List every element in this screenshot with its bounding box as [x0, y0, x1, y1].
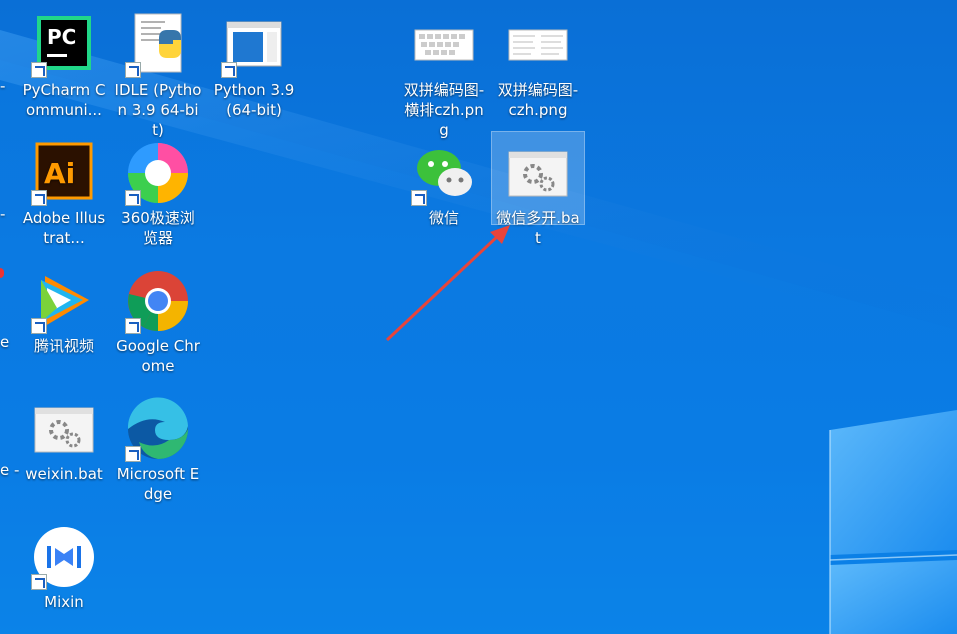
annotation-arrow-icon — [385, 225, 510, 342]
